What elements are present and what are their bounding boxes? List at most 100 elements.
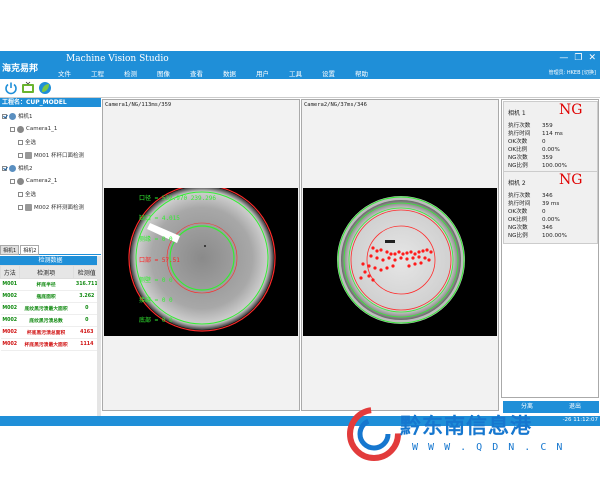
gear-icon — [25, 151, 32, 159]
overlay-line: 侧壁 = 0 0 — [139, 277, 173, 284]
defect-mark — [385, 250, 389, 254]
stats-key: NG次数 — [508, 225, 528, 231]
select-all-checkbox[interactable] — [18, 139, 23, 145]
camera-group-icon — [9, 164, 16, 172]
restore-icon[interactable]: ❐ — [574, 53, 582, 63]
close-icon[interactable]: ✕ — [588, 53, 596, 63]
overlay-line: 侧缘 = 0 0 — [139, 236, 173, 243]
overlay-line: 缺口 = 4.015 — [139, 215, 180, 222]
cell-item: 瓶底面积 — [19, 290, 74, 303]
tab-camera2[interactable]: 相机2 — [20, 245, 40, 255]
window-controls: — ❐ ✕ — [559, 53, 596, 63]
reset-button[interactable]: 分离 — [503, 401, 551, 413]
table-row[interactable]: M001 杯底半径 316.711 — [0, 278, 101, 291]
tree-camera2-1[interactable]: Camera2_1 — [10, 176, 57, 186]
camera2-image-drawing — [337, 196, 465, 324]
camera1-image-drawing — [128, 188, 276, 332]
toolbar — [0, 79, 600, 98]
leaf-icon[interactable] — [38, 81, 52, 95]
menu-file[interactable]: 文件 — [58, 68, 91, 78]
menu-tools[interactable]: 工具 — [289, 68, 322, 78]
camera2-title: Camera2/NG/37ms/346 — [304, 102, 367, 108]
menu-bar: 文件 工程 检测 图像 查看 数据 用户 工具 设置 帮助 — [58, 68, 388, 78]
menu-project[interactable]: 工程 — [91, 68, 124, 78]
defect-mark — [421, 249, 425, 253]
defect-mark — [367, 264, 371, 268]
tree-label: 全选 — [25, 192, 37, 198]
camera1-1-checkbox[interactable] — [10, 126, 15, 132]
stats-key: NG次数 — [508, 155, 528, 161]
tree-label: 相机2 — [18, 166, 33, 172]
defect-mark — [417, 255, 421, 259]
defect-mark — [405, 251, 409, 255]
camera-icon — [17, 125, 24, 133]
cell-item: 底纹黑污渍最大面积 — [19, 302, 74, 315]
table-row[interactable]: M002 底纹黑污渍最大面积 0 — [0, 302, 101, 315]
defect-mark — [407, 264, 411, 268]
defect-mark — [427, 258, 431, 262]
defect-mark — [423, 256, 427, 260]
defect-mark — [359, 276, 363, 280]
stats-result: NG — [559, 102, 583, 118]
menu-help[interactable]: 帮助 — [355, 68, 388, 78]
tree-label: 相机1 — [18, 114, 33, 120]
tree-m001[interactable]: M001 杯杯口面检测 — [18, 150, 84, 160]
stats-value: 346 — [542, 193, 553, 199]
minimize-icon[interactable]: — — [559, 53, 568, 63]
stats-camera-name: 相机 1 — [508, 110, 526, 117]
menu-data[interactable]: 数据 — [223, 68, 256, 78]
scrollbar[interactable] — [97, 256, 101, 416]
defect-mark — [379, 248, 383, 252]
stats-value: 114 ms — [542, 131, 563, 137]
tree-m002[interactable]: M002 杯杯测面检测 — [18, 202, 84, 212]
defect-mark — [363, 270, 367, 274]
table-row[interactable]: M002 杯底黑污渍总面积 4163 — [0, 326, 101, 339]
menu-detect[interactable]: 检测 — [124, 68, 157, 78]
exit-button[interactable]: 退出 — [551, 401, 599, 413]
menu-settings[interactable]: 设置 — [322, 68, 355, 78]
tree-camera1[interactable]: 相机1 — [2, 111, 33, 121]
tab-camera1[interactable]: 相机1 — [0, 245, 20, 255]
camera1-stats: 相机 1 NG 执行次数 359 执行时间 114 ms OK次数 0 OK比例 0.0… — [503, 101, 598, 174]
menu-user[interactable]: 用户 — [256, 68, 289, 78]
defect-mark — [385, 240, 395, 243]
col-method: 方法 — [0, 265, 20, 279]
camera2-checkbox[interactable] — [2, 165, 7, 171]
defect-mark — [397, 250, 401, 254]
camera1-view: Camera1/NG/113ms/359 口径 = 532.970 239.29… — [102, 99, 300, 411]
tree-camera1-1[interactable]: Camera1_1 — [10, 124, 57, 134]
tree-label: 全选 — [25, 140, 37, 146]
monitor-icon[interactable] — [21, 81, 35, 95]
stats-value: 0 — [542, 139, 546, 145]
stats-value: 100.00% — [542, 163, 567, 169]
camera1-image — [104, 188, 298, 336]
table-row[interactable]: M002 瓶底面积 3.262 — [0, 290, 101, 303]
m002-checkbox[interactable] — [18, 204, 23, 210]
camera2-1-checkbox[interactable] — [10, 178, 15, 184]
cell-item: 底纹黑污渍总数 — [19, 314, 74, 327]
switch-user-link[interactable]: [切换] — [582, 70, 596, 76]
defect-mark — [367, 274, 371, 278]
defect-mark — [405, 257, 409, 261]
camera-tabs: 相机1 相机2 — [0, 243, 101, 255]
table-row[interactable]: M002 杯底黑污渍最大面积 1114 — [0, 338, 101, 351]
project-name: 工程名：CUP_MODEL — [0, 98, 101, 107]
menu-view[interactable]: 查看 — [190, 68, 223, 78]
stats-value: 100.00% — [542, 233, 567, 239]
tree-camera2[interactable]: 相机2 — [2, 163, 33, 173]
menu-image[interactable]: 图像 — [157, 68, 190, 78]
overlay-line: 口部 = 57.51 — [139, 257, 180, 264]
detection-table: 方法 检测项 检测值 M001 杯底半径 316.711 M002 瓶底面积 3.262 M… — [0, 265, 102, 351]
select-all-checkbox[interactable] — [18, 191, 23, 197]
camera1-checkbox[interactable] — [2, 113, 7, 119]
app-logo: 海克易邦 — [2, 64, 39, 74]
cell-item: 杯底黑污渍总面积 — [19, 326, 74, 339]
tree-select-all-2[interactable]: 全选 — [18, 189, 36, 199]
table-row[interactable]: M002 底纹黑污渍总数 0 — [0, 314, 101, 327]
tree-select-all-1[interactable]: 全选 — [18, 137, 36, 147]
stats-key: NG比例 — [508, 233, 528, 239]
m001-checkbox[interactable] — [18, 152, 23, 158]
power-icon[interactable] — [4, 81, 18, 95]
cell-method: M002 — [0, 290, 20, 303]
overlay-line: 底部 = 0 0 — [139, 317, 173, 324]
